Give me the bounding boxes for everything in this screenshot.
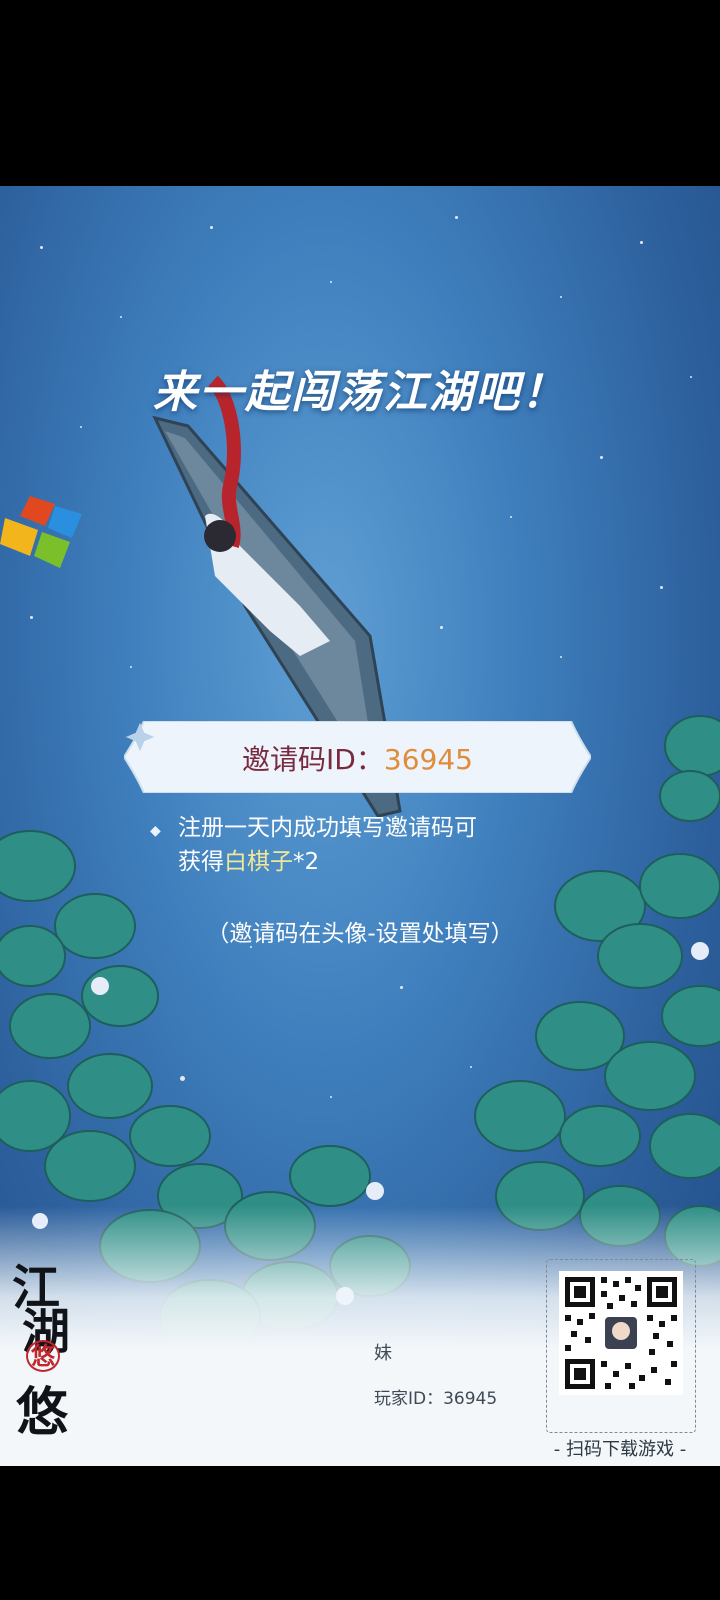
diamond-bullet-icon: ◆ [150, 823, 161, 839]
player-name: 妹 [374, 1343, 392, 1364]
ornament-icon [126, 723, 154, 751]
share-poster: 来一起闯荡江湖吧！ 邀请码ID：36945 ◆ 注册一天内成功填写邀请码可 获得… [0, 186, 720, 1466]
seal-icon: 悠 [26, 1340, 60, 1372]
reward-rule: ◆ 注册一天内成功填写邀请码可 获得白棋子*2 [150, 811, 610, 879]
player-id: 玩家ID：36945 [374, 1389, 498, 1409]
headline: 来一起闯荡江湖吧！ [153, 367, 567, 418]
reward-item: 白棋子 [224, 849, 293, 875]
qr-code-icon [559, 1271, 683, 1395]
invite-hint: （邀请码在头像-设置处填写） [206, 921, 514, 947]
pinwheel-logo-icon [0, 496, 82, 568]
invite-code-label: 邀请码ID： [242, 743, 384, 776]
qr-code[interactable] [559, 1271, 683, 1395]
invite-code-value: 36945 [383, 743, 473, 776]
qr-caption: - 扫码下载游戏 - [546, 1435, 694, 1461]
rule-line-2-prefix: 获得 [178, 849, 224, 875]
rule-line-1: 注册一天内成功填写邀请码可 [178, 815, 477, 841]
reward-count: *2 [293, 849, 320, 875]
invite-code-banner: 邀请码ID：36945 [124, 721, 591, 793]
game-logo: 江 湖 悠 悠 [12, 1260, 71, 1443]
